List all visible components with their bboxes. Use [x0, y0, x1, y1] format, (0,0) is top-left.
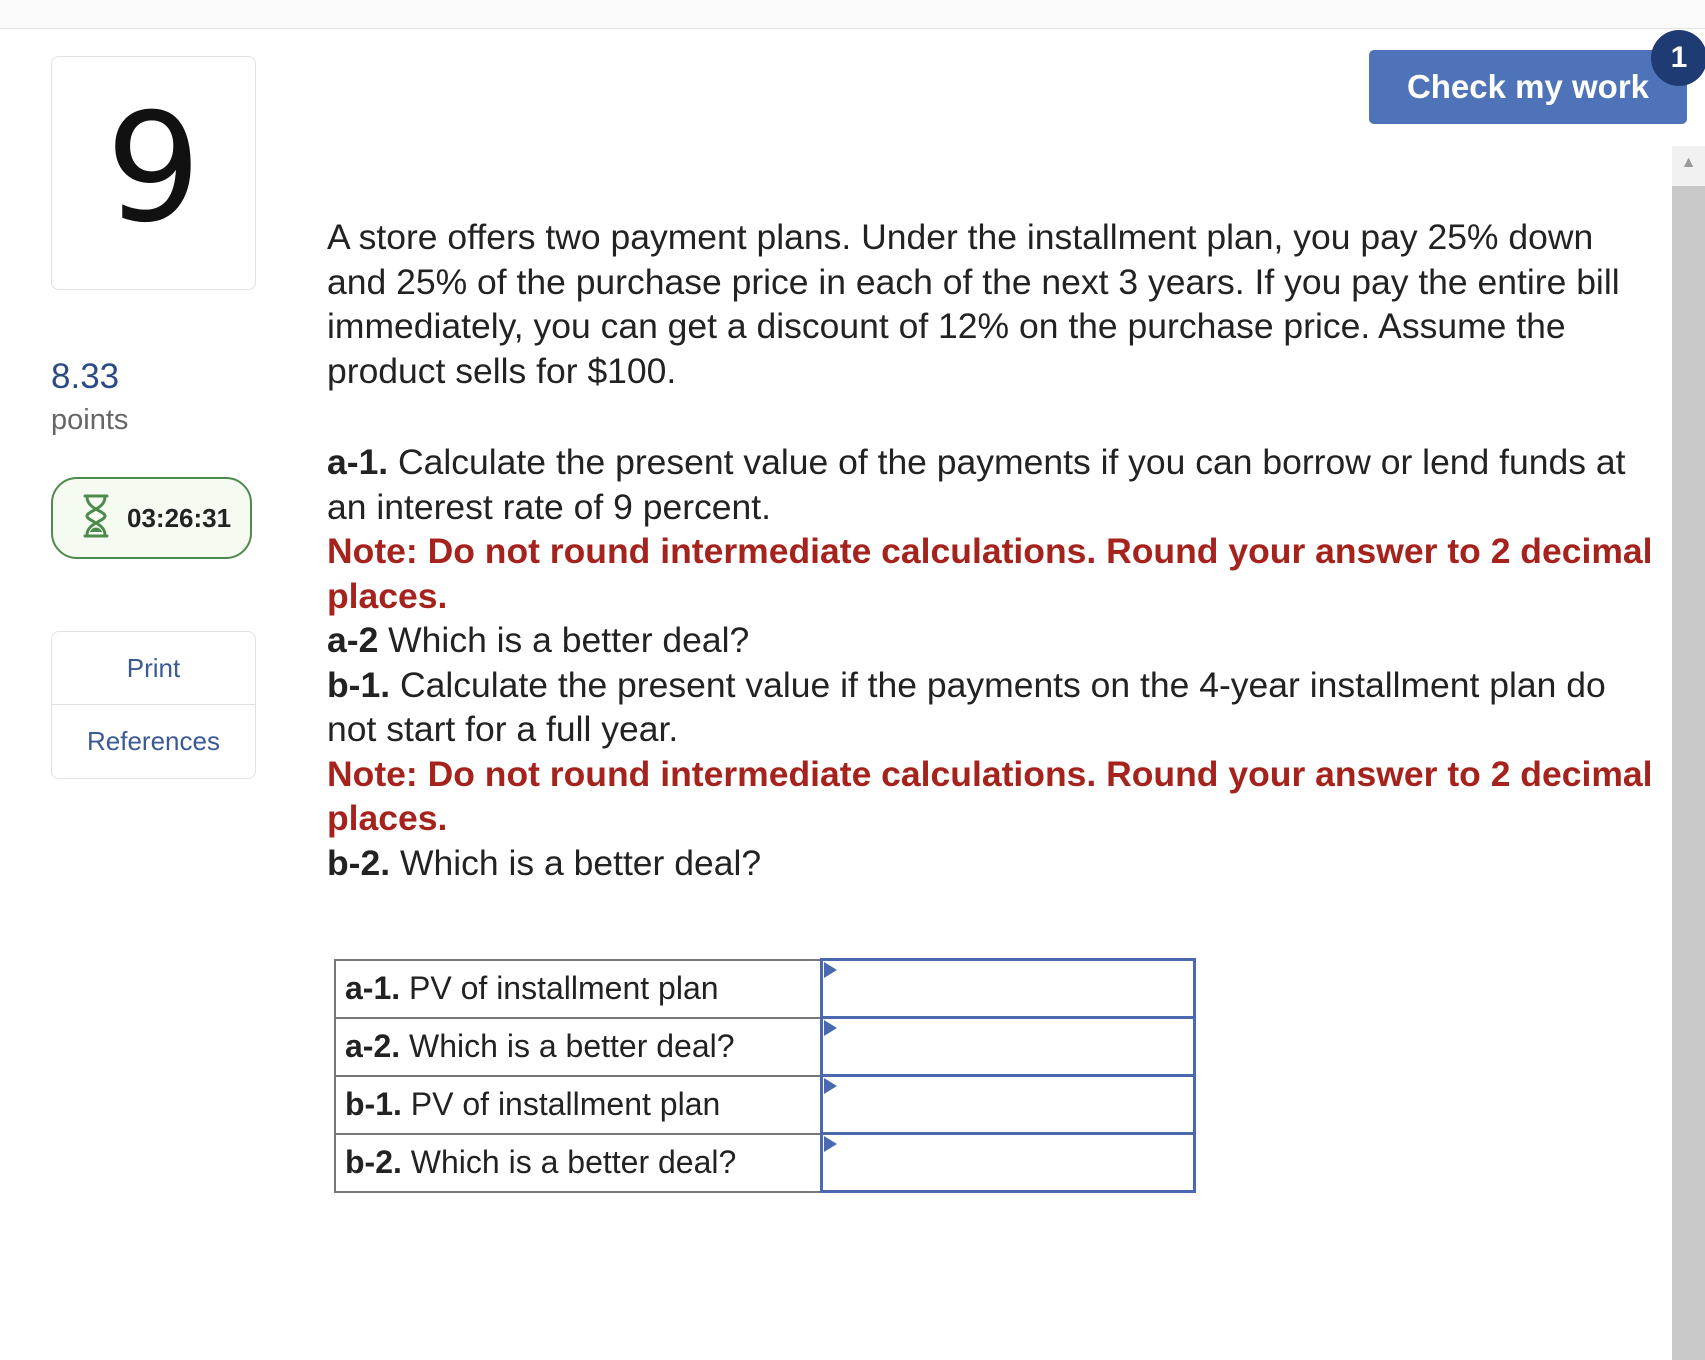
- answer-label: b-2. Which is a better deal?: [333, 1132, 823, 1193]
- question-number: 9: [105, 82, 202, 256]
- part-b2-text: Which is a better deal?: [390, 842, 762, 883]
- attempts-badge: 1: [1651, 30, 1705, 86]
- points-label: points: [51, 404, 129, 436]
- part-a1: a-1. Calculate the present value of the …: [327, 440, 1657, 529]
- part-b2-prefix: b-2.: [327, 842, 391, 883]
- timer: 03:26:31: [51, 477, 252, 559]
- b1-pv-input[interactable]: [822, 1077, 1193, 1132]
- answer-row: b-2. Which is a better deal?: [333, 1132, 1197, 1193]
- answer-input-cell[interactable]: [819, 1074, 1197, 1135]
- answer-row: b-1. PV of installment plan: [333, 1074, 1197, 1135]
- part-b1-text: Calculate the present value if the payme…: [327, 664, 1606, 750]
- hourglass-icon: [79, 493, 113, 544]
- points-value: 8.33: [51, 357, 120, 396]
- scroll-up-arrow-icon[interactable]: ▲: [1674, 148, 1703, 178]
- note-a1: Note: Do not round intermediate calculat…: [327, 531, 1653, 616]
- answer-table: a-1. PV of installment plan a-2. Which i…: [333, 958, 1197, 1193]
- b2-deal-input[interactable]: [822, 1135, 1193, 1190]
- question-number-box: 9: [51, 56, 256, 290]
- check-my-work-button[interactable]: Check my work: [1369, 50, 1687, 124]
- note-b1: Note: Do not round intermediate calculat…: [327, 753, 1653, 839]
- answer-input-cell[interactable]: [819, 958, 1197, 1019]
- timer-text: 03:26:31: [127, 502, 232, 533]
- part-b2: b-2. Which is a better deal?: [327, 841, 1657, 886]
- answer-row: a-2. Which is a better deal?: [333, 1016, 1197, 1077]
- part-a2-text: Which is a better deal?: [378, 620, 750, 660]
- answer-row: a-1. PV of installment plan: [333, 958, 1197, 1019]
- part-a2-prefix: a-2: [327, 620, 379, 660]
- question-text: A store offers two payment plans. Under …: [327, 215, 1657, 885]
- a1-pv-input[interactable]: [822, 961, 1193, 1016]
- answer-label: a-1. PV of installment plan: [333, 958, 823, 1019]
- question-intro: A store offers two payment plans. Under …: [327, 217, 1620, 391]
- answer-input-cell[interactable]: [819, 1132, 1197, 1193]
- part-a1-text: Calculate the present value of the payme…: [327, 442, 1626, 527]
- top-bar: [0, 0, 1705, 29]
- references-link[interactable]: References: [52, 704, 255, 777]
- a2-deal-input[interactable]: [822, 1019, 1193, 1074]
- tools-panel: Print References: [51, 631, 256, 779]
- part-b1-prefix: b-1.: [327, 664, 391, 705]
- scrollbar-thumb[interactable]: [1672, 186, 1705, 1360]
- answer-label: b-1. PV of installment plan: [333, 1074, 823, 1135]
- part-b1: b-1. Calculate the present value if the …: [327, 663, 1657, 752]
- part-a2: a-2 Which is a better deal?: [327, 618, 1657, 663]
- answer-label: a-2. Which is a better deal?: [333, 1016, 823, 1077]
- part-a1-prefix: a-1.: [327, 442, 389, 482]
- answer-input-cell[interactable]: [819, 1016, 1197, 1077]
- print-link[interactable]: Print: [52, 632, 255, 704]
